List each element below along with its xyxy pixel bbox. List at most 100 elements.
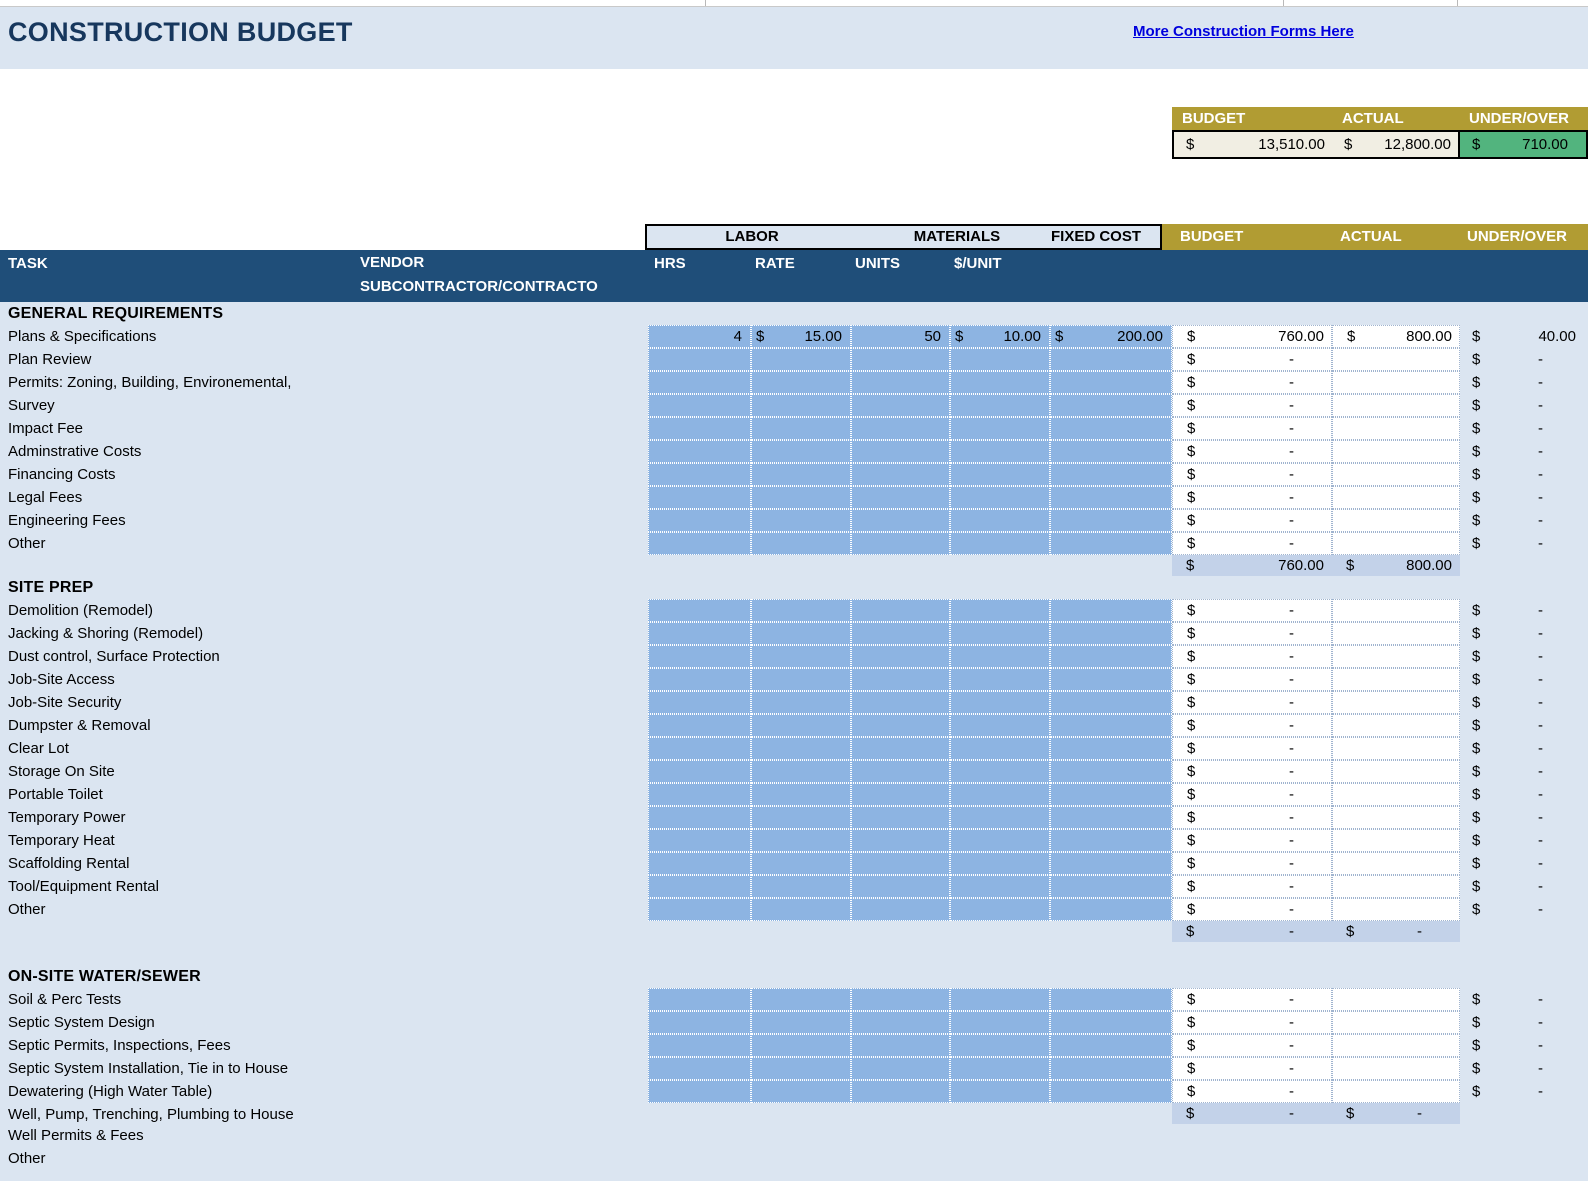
rate-cell[interactable] [751, 783, 851, 806]
rate-cell[interactable] [751, 463, 851, 486]
task-cell[interactable]: Job-Site Access [8, 668, 115, 691]
units-cell[interactable] [851, 645, 950, 668]
task-cell[interactable]: Temporary Heat [8, 829, 115, 852]
fixed-cost-cell[interactable] [1050, 988, 1172, 1011]
under-over-cell[interactable]: $ - [1460, 509, 1588, 532]
hrs-cell[interactable] [648, 852, 751, 875]
actual-cell[interactable] [1332, 668, 1460, 691]
budget-cell[interactable]: $ - [1172, 599, 1332, 622]
budget-cell[interactable]: $ - [1172, 1080, 1332, 1103]
under-over-cell[interactable]: $ - [1460, 668, 1588, 691]
units-cell[interactable] [851, 348, 950, 371]
units-cell[interactable] [851, 440, 950, 463]
units-cell[interactable] [851, 988, 950, 1011]
unit-cost-cell[interactable] [950, 714, 1050, 737]
under-over-cell[interactable]: $ - [1460, 737, 1588, 760]
units-cell[interactable] [851, 668, 950, 691]
rate-cell[interactable] [751, 875, 851, 898]
actual-cell[interactable] [1332, 645, 1460, 668]
hrs-cell[interactable] [648, 760, 751, 783]
under-over-cell[interactable]: $ - [1460, 532, 1588, 555]
fixed-cost-cell[interactable]: $200.00 [1050, 325, 1172, 348]
hrs-cell[interactable] [648, 691, 751, 714]
rate-cell[interactable] [751, 737, 851, 760]
under-over-cell[interactable]: $ - [1460, 417, 1588, 440]
budget-cell[interactable]: $760.00 [1172, 325, 1332, 348]
units-cell[interactable] [851, 532, 950, 555]
under-over-cell[interactable]: $ - [1460, 898, 1588, 921]
task-cell[interactable]: Engineering Fees [8, 509, 126, 532]
hrs-cell[interactable] [648, 509, 751, 532]
budget-cell[interactable]: $ - [1172, 417, 1332, 440]
unit-cost-cell[interactable] [950, 509, 1050, 532]
rate-cell[interactable] [751, 668, 851, 691]
budget-cell[interactable]: $ - [1172, 486, 1332, 509]
rate-cell[interactable] [751, 440, 851, 463]
hrs-cell[interactable] [648, 532, 751, 555]
hrs-cell[interactable] [648, 875, 751, 898]
hrs-cell[interactable] [648, 1057, 751, 1080]
actual-cell[interactable] [1332, 714, 1460, 737]
units-cell[interactable] [851, 417, 950, 440]
rate-cell[interactable] [751, 852, 851, 875]
hrs-cell[interactable] [648, 645, 751, 668]
fixed-cost-cell[interactable] [1050, 417, 1172, 440]
fixed-cost-cell[interactable] [1050, 509, 1172, 532]
fixed-cost-cell[interactable] [1050, 714, 1172, 737]
under-over-cell[interactable]: $ - [1460, 714, 1588, 737]
units-cell[interactable] [851, 1080, 950, 1103]
fixed-cost-cell[interactable] [1050, 645, 1172, 668]
hrs-cell[interactable] [648, 348, 751, 371]
under-over-cell[interactable]: $ - [1460, 760, 1588, 783]
actual-cell[interactable] [1332, 875, 1460, 898]
budget-cell[interactable]: $ - [1172, 622, 1332, 645]
rate-cell[interactable] [751, 622, 851, 645]
rate-cell[interactable] [751, 394, 851, 417]
task-cell[interactable]: Dumpster & Removal [8, 714, 151, 737]
actual-cell[interactable]: $800.00 [1332, 325, 1460, 348]
task-cell[interactable]: Dewatering (High Water Table) [8, 1080, 212, 1103]
units-cell[interactable] [851, 486, 950, 509]
unit-cost-cell[interactable] [950, 760, 1050, 783]
actual-cell[interactable] [1332, 622, 1460, 645]
unit-cost-cell[interactable] [950, 463, 1050, 486]
units-cell[interactable] [851, 371, 950, 394]
actual-cell[interactable] [1332, 988, 1460, 1011]
budget-cell[interactable]: $ - [1172, 645, 1332, 668]
rate-cell[interactable] [751, 486, 851, 509]
summary-budget-cell[interactable]: $ 13,510.00 [1174, 132, 1332, 157]
budget-cell[interactable]: $ - [1172, 394, 1332, 417]
actual-cell[interactable] [1332, 829, 1460, 852]
actual-cell[interactable] [1332, 737, 1460, 760]
actual-cell[interactable] [1332, 1011, 1460, 1034]
actual-cell[interactable] [1332, 1057, 1460, 1080]
task-cell[interactable]: Dust control, Surface Protection [8, 645, 220, 668]
unit-cost-cell[interactable] [950, 1034, 1050, 1057]
task-cell[interactable]: Impact Fee [8, 417, 83, 440]
under-over-cell[interactable]: $ - [1460, 852, 1588, 875]
unit-cost-cell[interactable] [950, 417, 1050, 440]
actual-cell[interactable] [1332, 532, 1460, 555]
unit-cost-cell[interactable] [950, 645, 1050, 668]
hrs-cell[interactable] [648, 714, 751, 737]
hrs-cell[interactable] [648, 440, 751, 463]
fixed-cost-cell[interactable] [1050, 1057, 1172, 1080]
budget-cell[interactable]: $ - [1172, 509, 1332, 532]
actual-cell[interactable] [1332, 599, 1460, 622]
task-cell[interactable]: Permits: Zoning, Building, Environementa… [8, 371, 291, 394]
under-over-cell[interactable]: $ - [1460, 783, 1588, 806]
task-cell[interactable]: Portable Toilet [8, 783, 103, 806]
fixed-cost-cell[interactable] [1050, 599, 1172, 622]
task-cell[interactable]: Legal Fees [8, 486, 82, 509]
under-over-cell[interactable]: $ - [1460, 440, 1588, 463]
budget-cell[interactable]: $ - [1172, 440, 1332, 463]
under-over-cell[interactable]: $ - [1460, 1011, 1588, 1034]
units-cell[interactable] [851, 622, 950, 645]
task-cell[interactable]: Other [8, 532, 46, 555]
unit-cost-cell[interactable] [950, 829, 1050, 852]
budget-cell[interactable]: $ - [1172, 737, 1332, 760]
hrs-cell[interactable] [648, 829, 751, 852]
fixed-cost-cell[interactable] [1050, 668, 1172, 691]
units-cell[interactable] [851, 599, 950, 622]
hrs-cell[interactable] [648, 622, 751, 645]
